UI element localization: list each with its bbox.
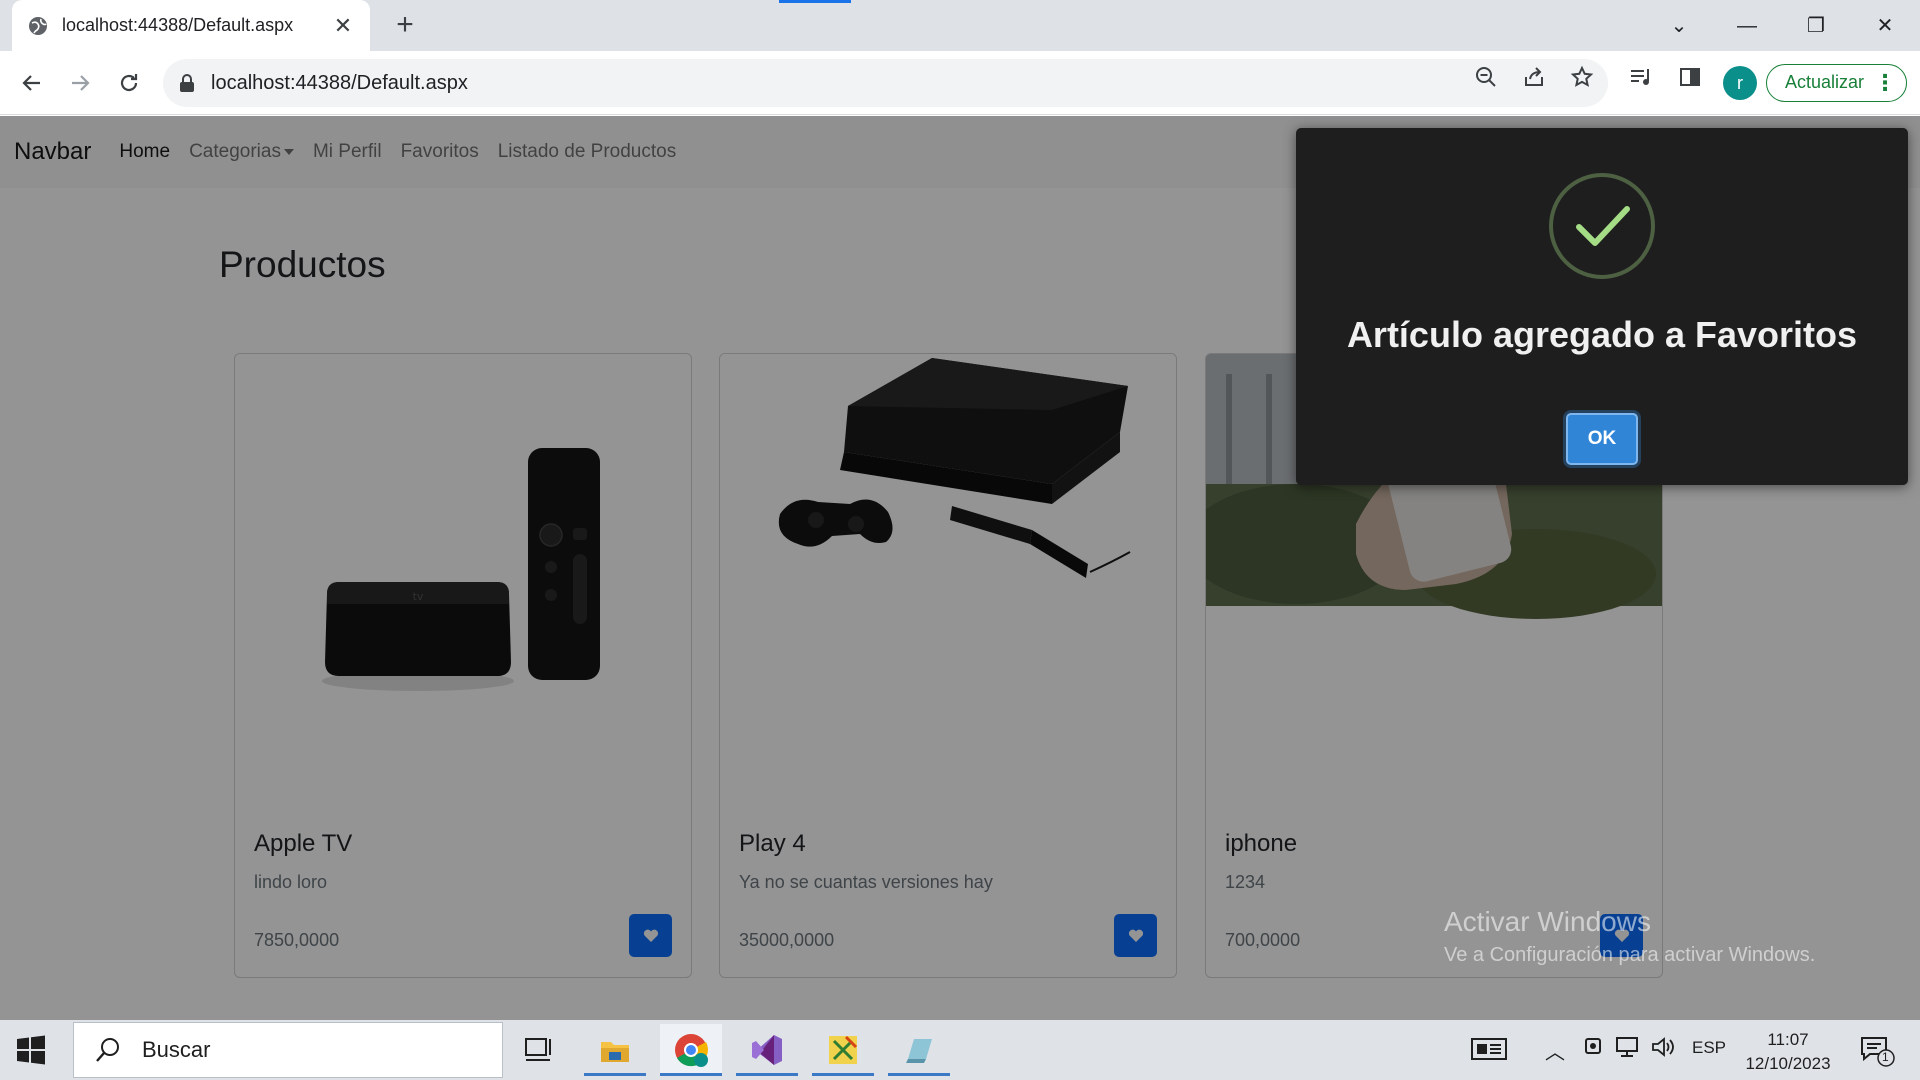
media-playlist-icon[interactable] (1627, 63, 1655, 91)
bookmark-star-icon[interactable] (1568, 63, 1596, 91)
browser-tab[interactable]: localhost:44388/Default.aspx ✕ (12, 0, 370, 51)
back-button[interactable] (12, 63, 52, 103)
update-label: Actualizar (1785, 72, 1865, 92)
windows-start-icon[interactable] (15, 1034, 47, 1066)
clock-date: 12/10/2023 (1745, 1054, 1831, 1073)
forward-button[interactable] (60, 63, 100, 103)
address-bar[interactable]: localhost:44388/Default.aspx (163, 59, 1608, 107)
tab-search-chevron-icon[interactable]: ⌄ (1659, 6, 1699, 46)
input-language[interactable]: ESP (1692, 1038, 1726, 1058)
restore-button[interactable]: ❐ (1796, 6, 1836, 46)
search-placeholder: Buscar (142, 1037, 211, 1062)
profile-avatar[interactable]: r (1723, 66, 1757, 100)
favorite-added-alert: Artículo agregado a Favoritos OK (1296, 128, 1908, 485)
url-host: localhost (211, 71, 290, 94)
visual-studio-icon[interactable] (736, 1024, 798, 1076)
url-text: localhost:44388/Default.aspx (211, 72, 468, 95)
search-icon (96, 1038, 119, 1062)
meet-now-icon[interactable] (1583, 1036, 1603, 1064)
chrome-icon[interactable] (660, 1024, 722, 1076)
minimize-button[interactable]: — (1727, 6, 1767, 46)
browser-toolbar: localhost:44388/Default.aspx r Actualiza… (0, 51, 1920, 115)
file-explorer-icon[interactable] (584, 1024, 646, 1076)
windows-taskbar: Buscar ︿ ESP 11:07 12/10/2023 1 (0, 1020, 1920, 1080)
arrow-right-icon (72, 75, 90, 91)
task-view-icon[interactable] (508, 1024, 570, 1076)
taskbar-search[interactable]: Buscar (73, 1022, 503, 1078)
close-window-button[interactable]: ✕ (1865, 6, 1905, 46)
tab-title: localhost:44388/Default.aspx (62, 15, 294, 35)
url-path: :44388/Default.aspx (289, 71, 468, 94)
notification-center-icon[interactable]: 1 (1856, 1034, 1896, 1068)
globe-icon (29, 16, 47, 35)
success-check-icon (1549, 173, 1655, 279)
reload-icon (120, 74, 138, 92)
alert-title: Artículo agregado a Favoritos (1346, 314, 1858, 355)
ok-button[interactable]: OK (1566, 413, 1638, 465)
zoom-out-icon[interactable] (1472, 63, 1500, 91)
network-icon[interactable] (1614, 1036, 1640, 1064)
notification-count: 1 (1882, 1050, 1889, 1064)
close-tab-icon[interactable]: ✕ (332, 13, 354, 39)
volume-icon[interactable] (1651, 1036, 1675, 1064)
activation-watermark: Activar Windows Ve a Configuración para … (1444, 906, 1815, 967)
database-tool-icon[interactable] (888, 1024, 950, 1076)
news-widget-icon[interactable] (1470, 1036, 1508, 1068)
new-tab-button[interactable]: + (388, 8, 422, 42)
arrow-left-icon (22, 75, 40, 91)
dev-tools-icon[interactable] (812, 1024, 874, 1076)
update-button[interactable]: Actualizar ⋮ (1766, 64, 1907, 102)
more-menu-icon[interactable]: ⋮ (1874, 65, 1896, 100)
lock-icon (180, 74, 194, 92)
side-panel-icon[interactable] (1676, 63, 1704, 91)
web-page: Navbar Home Categorias Mi Perfil Favorit… (0, 116, 1920, 1020)
system-clock[interactable]: 11:07 12/10/2023 (1722, 1028, 1854, 1076)
watermark-subtitle: Ve a Configuración para activar Windows. (1444, 944, 1816, 966)
watermark-title: Activar Windows (1444, 906, 1651, 937)
tab-strip-indicator (779, 0, 851, 3)
clock-time: 11:07 (1767, 1030, 1809, 1049)
share-icon[interactable] (1520, 63, 1548, 91)
reload-button[interactable] (109, 63, 149, 103)
chevron-up-icon[interactable]: ︿ (1545, 1036, 1565, 1065)
browser-tab-bar: localhost:44388/Default.aspx ✕ + ⌄ — ❐ ✕ (0, 0, 1920, 51)
